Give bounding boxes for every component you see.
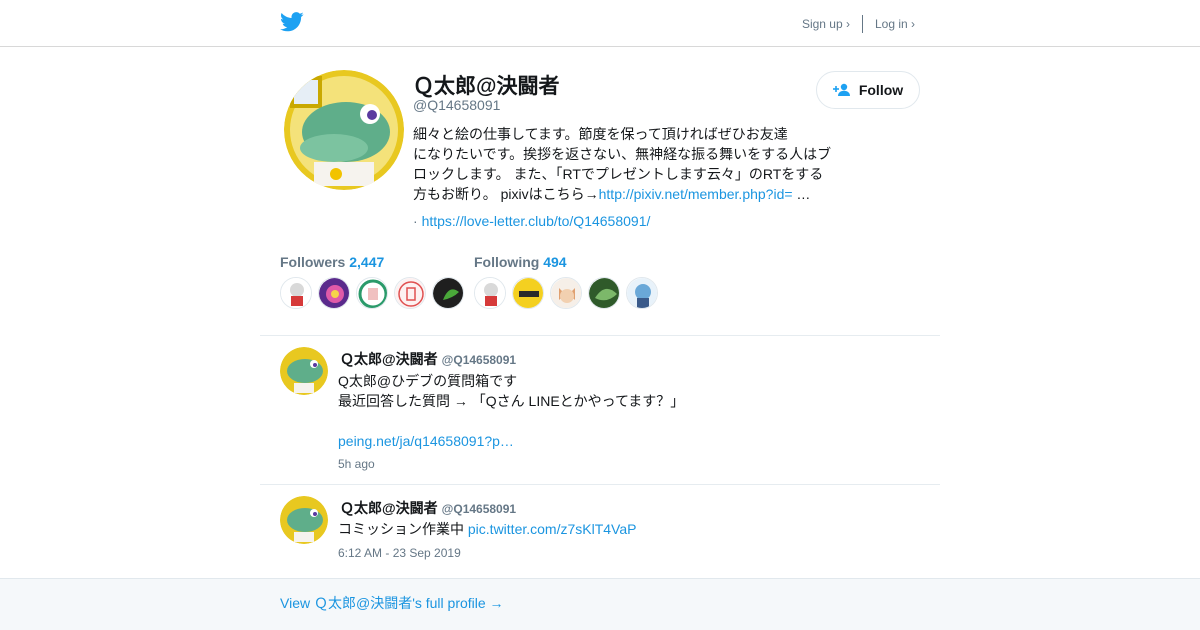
section-divider <box>260 335 940 336</box>
tweet-divider <box>260 484 940 485</box>
top-bar: Sign up › Log in › <box>0 0 1200 47</box>
bio-line: になりたいです。挨拶を返さない、無神経な振る舞いをする人はブ <box>413 146 832 162</box>
follower-avatar[interactable] <box>318 277 350 309</box>
tweet-header: Ｑ太郎@決闘者 @Q14658091 <box>340 498 516 518</box>
tweet-avatar[interactable] <box>280 496 328 544</box>
tweet-link[interactable]: peing.net/ja/q14658091?p… <box>338 433 514 449</box>
following-avatar[interactable] <box>474 277 506 309</box>
bio-line: 方もお断り。 pixivはこちら→http://pixiv.net/member… <box>413 184 838 204</box>
tweet-line: Q太郎@ひデブの質問箱です <box>338 373 518 389</box>
profile-avatar[interactable] <box>284 70 404 190</box>
twitter-bird-icon[interactable] <box>280 11 304 33</box>
following-label: Following <box>474 254 540 270</box>
footer: View Ｑ太郎@決闘者's full profile → <box>0 578 1200 630</box>
following-count: 494 <box>543 254 567 270</box>
follow-label: Follow <box>858 82 904 98</box>
tweet-media-link[interactable]: pic.twitter.com/z7sKlT4VaP <box>468 521 637 537</box>
follow-button[interactable]: Follow <box>816 71 920 109</box>
follower-avatar[interactable] <box>394 277 426 309</box>
tweet-text: Q太郎@ひデブの質問箱です 最近回答した質問 → 「Qさん LINEとかやってま… <box>338 371 898 451</box>
pixiv-link[interactable]: http://pixiv.net/member.php?id= <box>599 186 793 202</box>
tweet-line: コミッション作業中 <box>338 521 468 537</box>
profile-bio: 細々と絵の仕事してます。節度を保って頂ければぜひお友達 になりたいです。挨拶を返… <box>413 124 838 204</box>
add-user-icon <box>832 83 850 96</box>
tweet-timestamp[interactable]: 5h ago <box>338 457 375 471</box>
profile-url: · https://love-letter.club/to/Q14658091/ <box>413 213 650 229</box>
login-link[interactable]: Log in › <box>875 17 915 31</box>
profile-name: Ｑ太郎@決闘者 <box>413 75 560 98</box>
following-avatar[interactable] <box>550 277 582 309</box>
tweet-line: 最近回答した質問 → 「Qさん LINEとかやってます？」 <box>338 393 685 409</box>
tweet-text: コミッション作業中 pic.twitter.com/z7sKlT4VaP <box>338 519 898 539</box>
tweet-timestamp[interactable]: 6:12 AM - 23 Sep 2019 <box>338 546 461 560</box>
tweet-avatar[interactable] <box>280 347 328 395</box>
following-group: Following 494 <box>474 254 664 309</box>
tweet-author-name[interactable]: Ｑ太郎@決闘者 <box>340 500 438 516</box>
following-avatar[interactable] <box>626 277 658 309</box>
bio-text: 方もお断り。 pixivはこちら→ <box>413 186 599 202</box>
follower-avatar[interactable] <box>432 277 464 309</box>
tweet-author-handle[interactable]: @Q14658091 <box>442 353 516 367</box>
followers-stat[interactable]: Followers 2,447 <box>280 254 470 270</box>
auth-links: Sign up › Log in › <box>802 15 915 33</box>
website-link[interactable]: https://love-letter.club/to/Q14658091/ <box>422 213 651 229</box>
tweet-header: Ｑ太郎@決闘者 @Q14658091 <box>340 349 516 369</box>
bio-ellipsis: … <box>792 186 811 202</box>
following-stat[interactable]: Following 494 <box>474 254 664 270</box>
following-avatar[interactable] <box>588 277 620 309</box>
url-prefix: · <box>413 213 422 229</box>
followers-count: 2,447 <box>349 254 385 270</box>
follower-avatar[interactable] <box>280 277 312 309</box>
signup-link[interactable]: Sign up › <box>802 17 850 31</box>
profile-handle: @Q14658091 <box>413 97 501 113</box>
tweet-author-handle[interactable]: @Q14658091 <box>442 502 516 516</box>
followers-avatars <box>280 277 470 309</box>
follower-avatar[interactable] <box>356 277 388 309</box>
full-profile-link[interactable]: View Ｑ太郎@決闘者's full profile → <box>280 593 504 613</box>
following-avatar[interactable] <box>512 277 544 309</box>
tweet-author-name[interactable]: Ｑ太郎@決闘者 <box>340 351 438 367</box>
followers-group: Followers 2,447 <box>280 254 470 309</box>
bio-line: 細々と絵の仕事してます。節度を保って頂ければぜひお友達 <box>413 126 788 142</box>
divider <box>861 15 863 33</box>
bio-line: ロックします。 また、「RTでプレゼントします云々」のRTをする <box>413 166 824 182</box>
followers-label: Followers <box>280 254 346 270</box>
following-avatars <box>474 277 664 309</box>
